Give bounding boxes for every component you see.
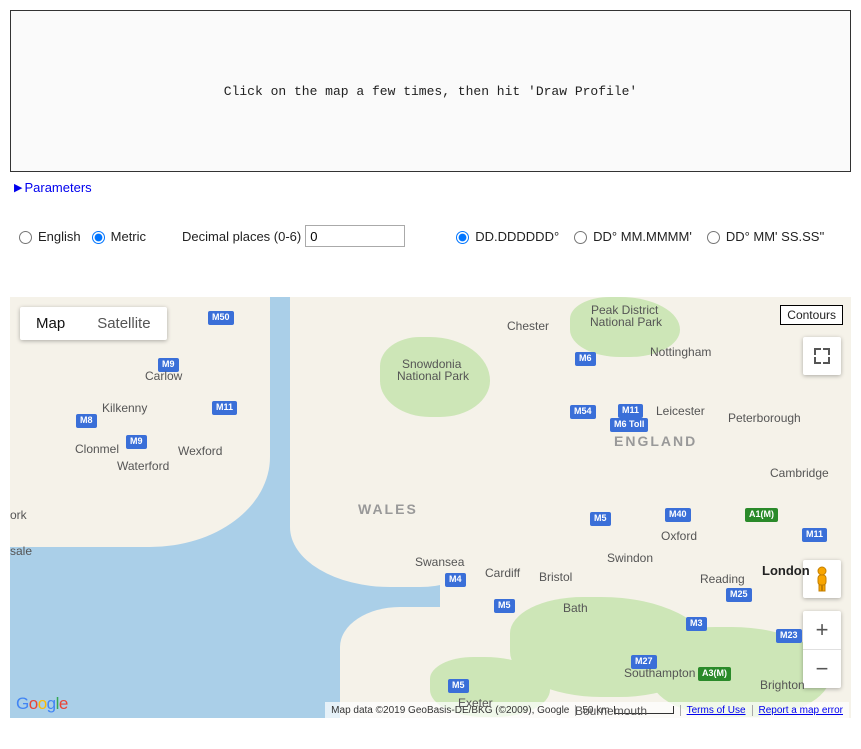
map-label: Carlow xyxy=(145,369,182,383)
zoom-out-button[interactable]: − xyxy=(803,649,841,688)
map-label: Swansea xyxy=(415,555,464,569)
road-shield: M11 xyxy=(212,401,237,415)
coord-format-dd-radio[interactable] xyxy=(456,231,469,244)
map-attribution: Map data ©2019 GeoBasis-DE/BKG (©2009), … xyxy=(325,705,575,716)
map-type-map-button[interactable]: Map xyxy=(20,307,81,340)
map-label: Reading xyxy=(700,572,745,586)
google-logo: Google xyxy=(16,694,68,714)
map-type-satellite-button[interactable]: Satellite xyxy=(81,307,166,340)
coord-format-dm-option[interactable]: DD° MM.MMMM' xyxy=(569,228,692,244)
map-label: Brighton xyxy=(760,678,805,692)
map-canvas[interactable]: Map Satellite Contours + − Google Map da… xyxy=(10,297,851,718)
map-label: Bournemouth xyxy=(575,704,647,718)
map-label: National Park xyxy=(590,315,662,329)
road-shield: A1(M) xyxy=(745,508,778,522)
controls-row: English Metric Decimal places (0-6) DD.D… xyxy=(14,225,851,247)
map-label: Waterford xyxy=(117,459,169,473)
fullscreen-button[interactable] xyxy=(803,337,841,375)
coord-format-dms-radio[interactable] xyxy=(707,231,720,244)
road-shield: M5 xyxy=(448,679,469,693)
road-shield: M6 Toll xyxy=(610,418,648,432)
pegman-icon xyxy=(812,566,832,592)
map-label: Bath xyxy=(563,601,588,615)
map-label: Cambridge xyxy=(770,466,829,480)
units-metric-radio[interactable] xyxy=(92,231,105,244)
map-type-control: Map Satellite xyxy=(20,307,167,340)
decimal-places-label: Decimal places (0-6) xyxy=(182,229,301,244)
triangle-right-icon: ▶ xyxy=(14,181,22,194)
road-shield: M54 xyxy=(570,405,596,419)
zoom-in-button[interactable]: + xyxy=(803,611,841,649)
road-shield: M25 xyxy=(726,588,752,602)
parameters-disclosure[interactable]: ▶ Parameters xyxy=(14,180,851,195)
profile-instruction-text: Click on the map a few times, then hit '… xyxy=(224,84,637,99)
units-metric-option[interactable]: Metric xyxy=(87,228,146,244)
road-shield: M9 xyxy=(126,435,147,449)
road-shield: M4 xyxy=(445,573,466,587)
coord-format-dm-radio[interactable] xyxy=(574,231,587,244)
map-label: London xyxy=(762,563,810,578)
map-label: Chester xyxy=(507,319,549,333)
coord-format-dm-label: DD° MM.MMMM' xyxy=(593,229,692,244)
road-shield: M40 xyxy=(665,508,691,522)
map-label: Bristol xyxy=(539,570,572,584)
road-shield: A3(M) xyxy=(698,667,731,681)
map-label: National Park xyxy=(397,369,469,383)
map-label: Clonmel xyxy=(75,442,119,456)
decimal-places-group: Decimal places (0-6) xyxy=(182,225,405,247)
map-label: Wexford xyxy=(178,444,222,458)
map-label: Swindon xyxy=(607,551,653,565)
units-english-label: English xyxy=(38,229,81,244)
map-label: sale xyxy=(10,544,32,558)
contours-button[interactable]: Contours xyxy=(780,305,843,325)
road-shield: M50 xyxy=(208,311,234,325)
coord-format-dd-label: DD.DDDDDD° xyxy=(475,229,559,244)
units-english-radio[interactable] xyxy=(19,231,32,244)
map-label: ENGLAND xyxy=(614,433,697,449)
map-label: Kilkenny xyxy=(102,401,147,415)
road-shield: M6 xyxy=(575,352,596,366)
map-label: ork xyxy=(10,508,27,522)
coord-format-dd-option[interactable]: DD.DDDDDD° xyxy=(451,228,559,244)
road-shield: M5 xyxy=(494,599,515,613)
units-english-option[interactable]: English xyxy=(14,228,81,244)
zoom-control: + − xyxy=(803,611,841,688)
coord-format-dms-option[interactable]: DD° MM' SS.SS'' xyxy=(702,228,825,244)
map-label: Exeter xyxy=(458,696,493,710)
map-label: Peterborough xyxy=(728,411,801,425)
terms-of-use-link[interactable]: Terms of Use xyxy=(680,705,752,716)
units-metric-label: Metric xyxy=(111,229,146,244)
parameters-label: Parameters xyxy=(24,180,91,195)
map-label: Cardiff xyxy=(485,566,520,580)
road-shield: M5 xyxy=(590,512,611,526)
profile-output-box: Click on the map a few times, then hit '… xyxy=(10,10,851,172)
map-label: WALES xyxy=(358,501,418,517)
coord-format-group: DD.DDDDDD° DD° MM.MMMM' DD° MM' SS.SS'' xyxy=(451,228,824,244)
coord-format-dms-label: DD° MM' SS.SS'' xyxy=(726,229,825,244)
road-shield: M11 xyxy=(802,528,827,542)
map-label: Leicester xyxy=(656,404,705,418)
map-label: Oxford xyxy=(661,529,697,543)
decimal-places-input[interactable] xyxy=(305,225,405,247)
map-label: Nottingham xyxy=(650,345,711,359)
road-shield: M23 xyxy=(776,629,802,643)
road-shield: M8 xyxy=(76,414,97,428)
road-shield: M3 xyxy=(686,617,707,631)
road-shield: M11 xyxy=(618,404,643,418)
map-label: Southampton xyxy=(624,666,695,680)
fullscreen-icon xyxy=(814,348,830,364)
report-map-error-link[interactable]: Report a map error xyxy=(752,705,849,716)
